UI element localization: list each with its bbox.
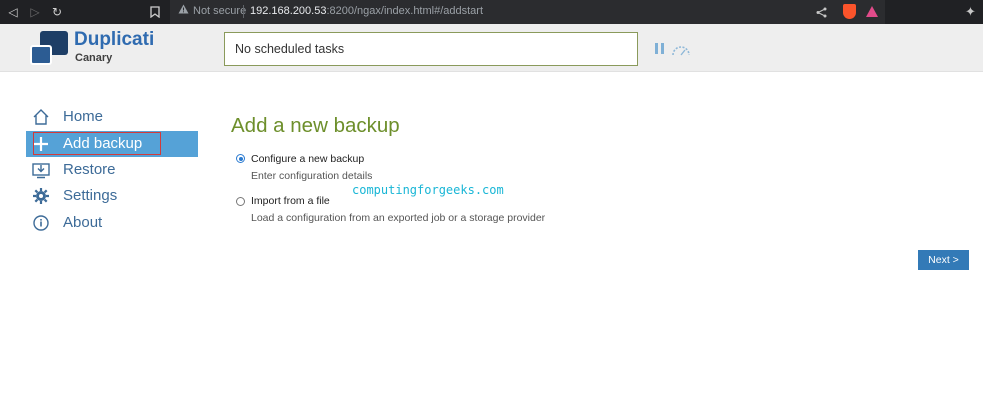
option-label-configure[interactable]: Configure a new backup — [251, 153, 364, 165]
sidebar-item-label: About — [63, 214, 103, 231]
forward-icon[interactable]: ▷ — [26, 3, 44, 21]
url-host: 192.168.200.53 — [250, 5, 327, 17]
import-file-radio[interactable] — [236, 197, 245, 206]
puzzle-icon[interactable]: ✦ — [965, 4, 976, 20]
option-desc-configure: Enter configuration details — [251, 170, 373, 182]
url-text[interactable]: 192.168.200.53:8200/ngax/index.html#/add… — [250, 5, 483, 17]
reload-icon[interactable]: ↻ — [48, 3, 66, 21]
status-text: No scheduled tasks — [235, 42, 345, 56]
page-title: Add a new backup — [231, 114, 400, 137]
brand-title[interactable]: Duplicati — [74, 29, 154, 51]
sidebar-item-label: Settings — [63, 187, 118, 204]
url-divider — [243, 5, 244, 18]
speed-gauge-icon[interactable] — [672, 43, 690, 56]
duplicati-logo-icon[interactable] — [30, 31, 68, 67]
sidebar-item-label: Home — [63, 108, 104, 125]
option-label-import[interactable]: Import from a file — [251, 195, 330, 207]
sidebar-item-about[interactable]: About — [26, 210, 198, 236]
brand-subtitle: Canary — [75, 52, 113, 64]
not-secure-label: Not secure — [193, 5, 247, 17]
next-button[interactable]: Next > — [918, 250, 969, 270]
home-icon — [32, 108, 50, 126]
sidebar-item-home[interactable]: Home — [26, 104, 198, 130]
warning-icon[interactable] — [178, 4, 189, 17]
configure-new-radio[interactable] — [236, 154, 245, 163]
sidebar-item-label: Restore — [63, 161, 116, 178]
bookmark-icon[interactable] — [146, 3, 164, 21]
annotation-highlight-box — [33, 132, 161, 155]
pause-icon[interactable] — [655, 43, 665, 54]
url-path: :8200/ngax/index.html#/addstart — [326, 5, 484, 17]
restore-icon — [32, 161, 50, 179]
scheduled-tasks-status[interactable]: No scheduled tasks — [224, 32, 638, 66]
gear-icon — [32, 187, 50, 205]
sidebar-item-settings[interactable]: Settings — [26, 183, 198, 209]
info-icon — [32, 214, 50, 232]
back-icon[interactable]: ◁ — [4, 3, 22, 21]
browser-toolbar: ◁ ▷ ↻ Not secure 192.168.200.53:8200/nga… — [0, 0, 983, 24]
watermark-text: computingforgeeks.com — [352, 183, 504, 197]
share-icon[interactable] — [812, 3, 830, 21]
sidebar-item-restore[interactable]: Restore — [26, 157, 198, 183]
brave-shield-icon[interactable] — [843, 4, 856, 19]
option-desc-import: Load a configuration from an exported jo… — [251, 212, 546, 224]
brave-rewards-icon[interactable] — [866, 6, 878, 17]
